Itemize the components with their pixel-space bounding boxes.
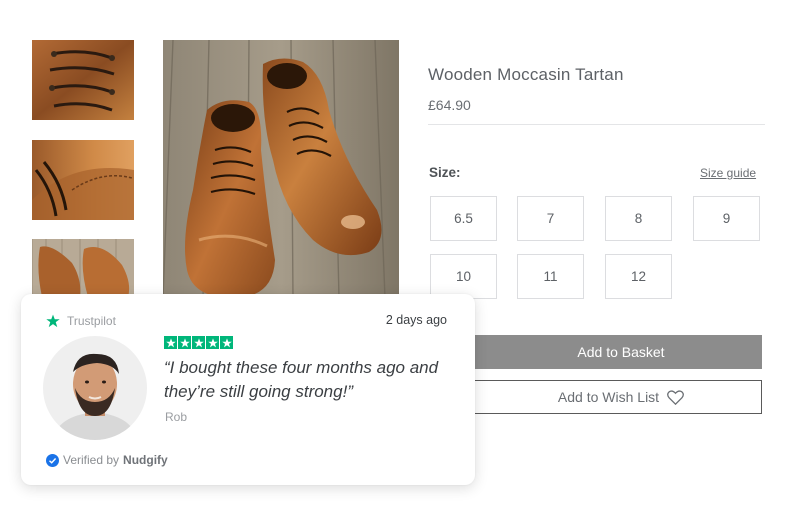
heart-icon <box>667 389 685 405</box>
star-icon <box>221 337 232 347</box>
size-option-7[interactable]: 7 <box>517 196 584 241</box>
size-option-9[interactable]: 9 <box>693 196 760 241</box>
reviewer-photo <box>43 336 147 440</box>
review-source: Trustpilot <box>67 314 116 328</box>
product-thumbnail-1[interactable] <box>32 40 134 120</box>
verified-badge: Verified by Nudgify <box>46 453 168 467</box>
star-icon <box>193 337 204 347</box>
thumbnail-image <box>32 140 134 220</box>
rating-star-5 <box>220 336 233 349</box>
rating-star-4 <box>206 336 219 349</box>
thumbnail-image <box>32 40 134 120</box>
product-thumbnail-3[interactable] <box>32 239 134 297</box>
product-main-image[interactable] <box>163 40 399 298</box>
review-quote: “I bought these four months ago and they… <box>164 358 439 401</box>
check-circle-icon <box>46 453 59 467</box>
verified-prefix: Verified by <box>63 453 120 467</box>
size-option-8[interactable]: 8 <box>605 196 672 241</box>
product-thumbnail-2[interactable] <box>32 140 134 220</box>
add-to-basket-button[interactable]: Add to Basket <box>430 335 762 369</box>
star-icon <box>165 337 176 347</box>
star-icon <box>207 337 218 347</box>
reviewer-name: Rob <box>165 410 188 424</box>
product-price: £64.90 <box>428 97 471 113</box>
size-guide-link[interactable]: Size guide <box>700 166 756 180</box>
verified-brand: Nudgify <box>123 453 168 467</box>
thumbnail-image <box>32 239 134 297</box>
avatar <box>43 336 147 440</box>
add-to-basket-label: Add to Basket <box>577 344 665 360</box>
review-card: Trustpilot 2 days ago “I bought these fo… <box>21 294 475 485</box>
add-to-wishlist-label: Add to Wish List <box>557 389 660 405</box>
rating-star-1 <box>164 336 177 349</box>
rating-star-2 <box>178 336 191 349</box>
size-option-11[interactable]: 11 <box>517 254 584 299</box>
size-option-12[interactable]: 12 <box>605 254 672 299</box>
size-label: Size: <box>429 165 461 180</box>
star-icon <box>46 314 60 328</box>
star-rating <box>164 336 233 349</box>
star-icon <box>179 337 190 347</box>
size-option-10[interactable]: 10 <box>430 254 497 299</box>
product-title: Wooden Moccasin Tartan <box>428 65 624 84</box>
review-date: 2 days ago <box>385 313 447 327</box>
main-image-shoes <box>163 40 399 298</box>
divider <box>428 124 765 125</box>
size-option-6-5[interactable]: 6.5 <box>430 196 497 241</box>
rating-star-3 <box>192 336 205 349</box>
add-to-wishlist-button[interactable]: Add to Wish List <box>430 380 762 414</box>
